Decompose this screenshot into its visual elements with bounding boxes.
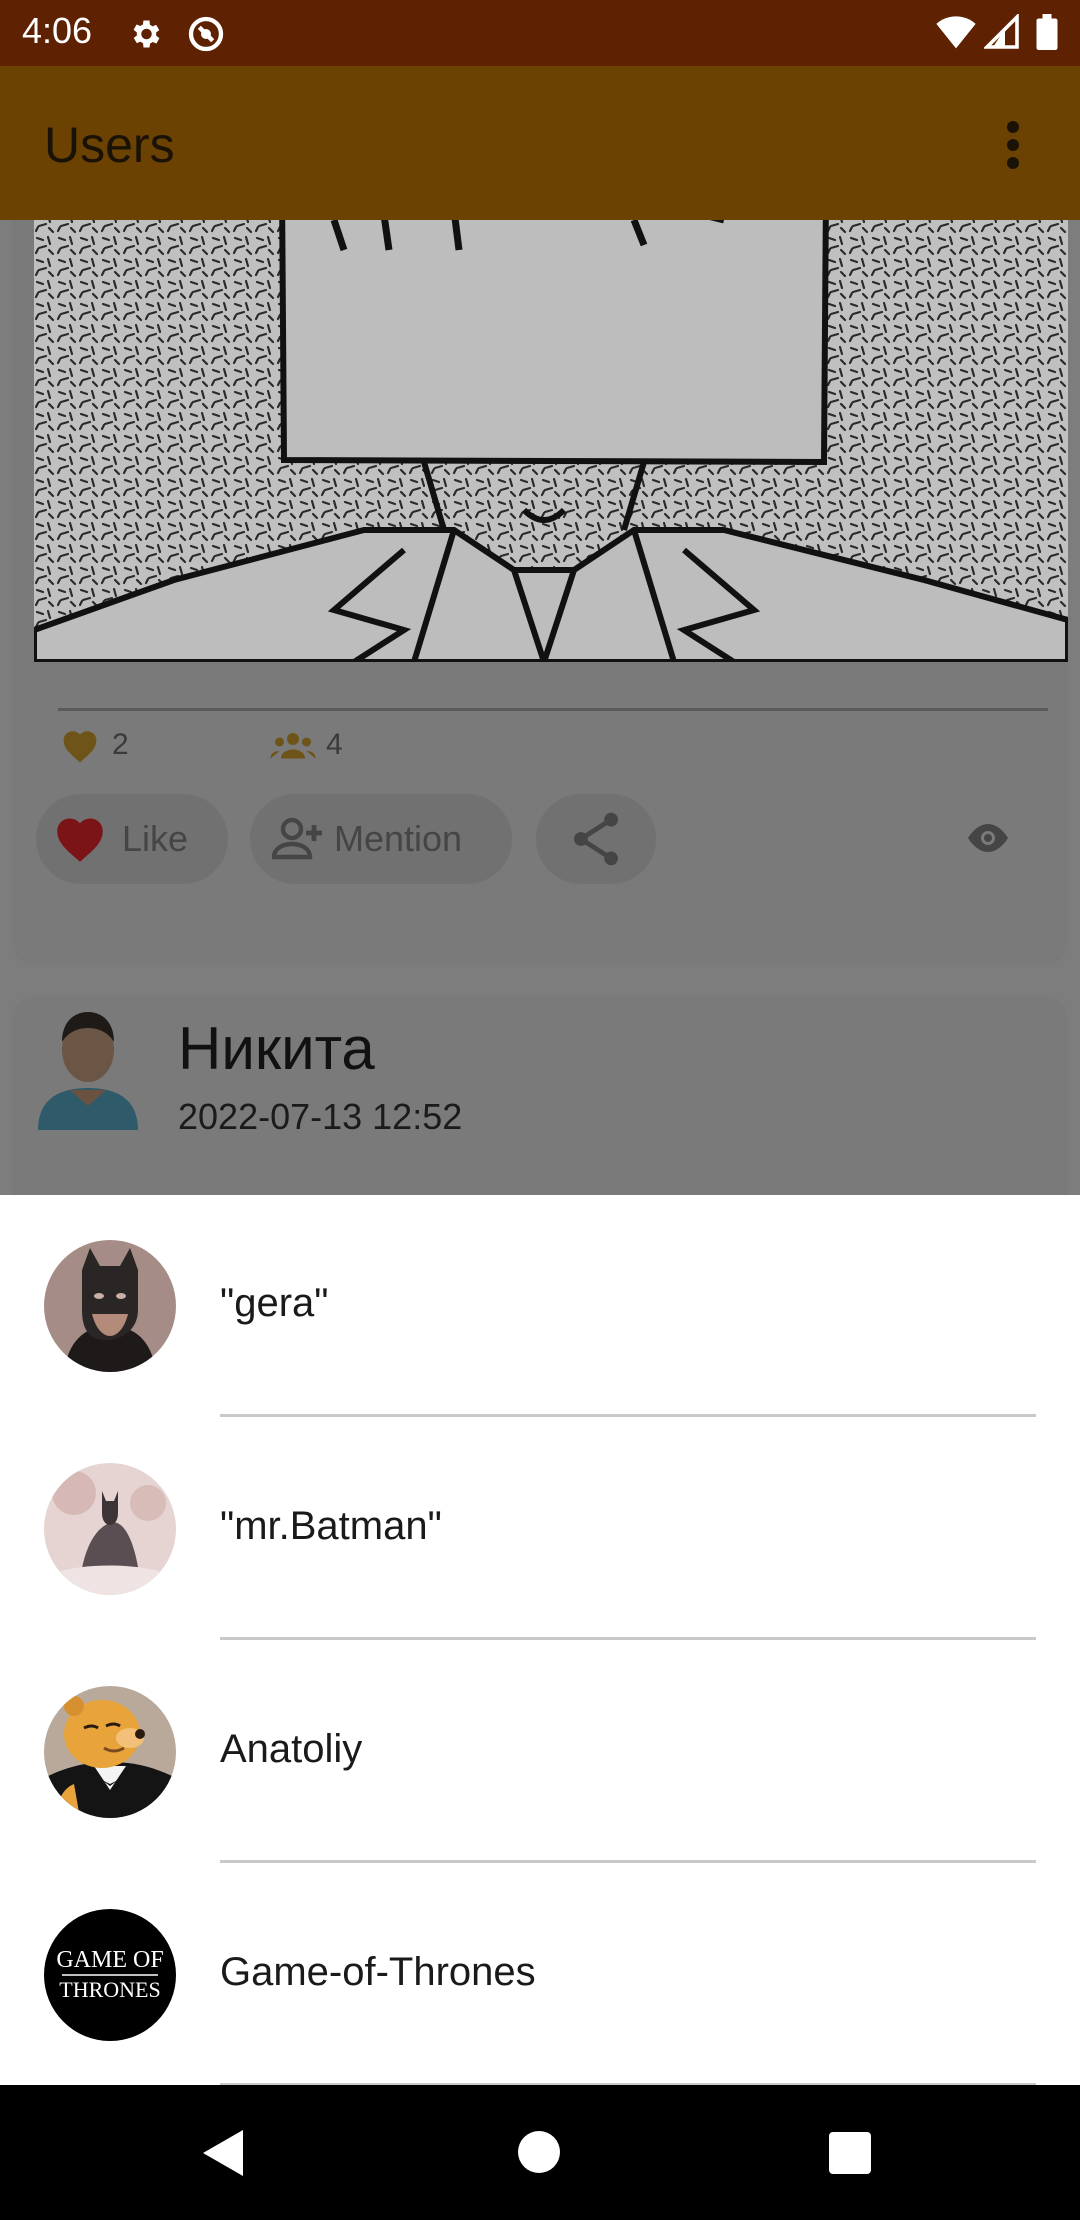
gear-icon xyxy=(127,16,163,57)
navigation-bar xyxy=(0,2085,1080,2220)
like-button[interactable]: Like xyxy=(36,794,228,884)
battery-icon xyxy=(1036,14,1058,55)
mention-button[interactable]: Mention xyxy=(250,794,512,884)
post-image[interactable] xyxy=(34,220,1068,662)
list-divider xyxy=(220,1414,1036,1417)
post-card: 2 4 Like Mention xyxy=(12,220,1068,965)
group-stat-icon xyxy=(270,730,316,765)
status-time: 4:06 xyxy=(22,10,93,51)
recents-icon[interactable] xyxy=(829,2132,871,2174)
batman-figure-avatar xyxy=(44,1463,176,1595)
list-item[interactable]: "gera" xyxy=(0,1195,1080,1418)
wifi-icon xyxy=(936,14,976,55)
share-icon xyxy=(570,811,622,867)
list-item[interactable]: "mr.Batman" xyxy=(0,1418,1080,1641)
mention-user-sheet: "gera" "mr.Batman" Anatoliy GAME OF THRO… xyxy=(0,1195,1080,2085)
page-title: Users xyxy=(44,117,175,173)
list-item[interactable]: GAME OF THRONES Game-of-Thrones xyxy=(0,1864,1080,2085)
feed-content: 2 4 Like Mention Никита 2022-07-13 12:52 xyxy=(0,220,1080,1195)
list-divider xyxy=(220,1637,1036,1640)
home-icon[interactable] xyxy=(518,2131,560,2173)
user-name-game-of-thrones: Game-of-Thrones xyxy=(220,1950,536,1994)
user-avatar xyxy=(32,1006,144,1141)
like-count: 2 xyxy=(112,728,129,761)
status-bar: 4:06 xyxy=(0,0,1080,66)
game-of-thrones-logo-avatar: GAME OF THRONES xyxy=(44,1909,176,2041)
svg-text:THRONES: THRONES xyxy=(59,1977,160,2002)
user-name: Никита xyxy=(178,1015,375,1082)
pooh-tuxedo-avatar xyxy=(44,1686,176,1818)
signal-icon xyxy=(982,12,1020,55)
user-name-gera: "gera" xyxy=(220,1281,329,1325)
add-person-icon xyxy=(272,817,324,861)
user-date: 2022-07-13 12:52 xyxy=(178,1096,463,1137)
share-button[interactable] xyxy=(536,794,656,884)
app-bar: Users xyxy=(0,66,1080,220)
user-name-anatoliy: Anatoliy xyxy=(220,1727,363,1771)
user-name-mr-batman: "mr.Batman" xyxy=(220,1504,442,1548)
heart-stat-icon xyxy=(60,728,100,769)
svg-text:GAME OF: GAME OF xyxy=(56,1947,163,1973)
batman-mask-avatar xyxy=(44,1240,176,1372)
mention-count: 4 xyxy=(326,728,343,761)
list-divider xyxy=(220,1860,1036,1863)
like-button-label: Like xyxy=(122,818,189,859)
more-vert-icon[interactable] xyxy=(1005,120,1021,170)
mention-button-label: Mention xyxy=(334,818,463,859)
post-divider xyxy=(58,708,1048,711)
user-card[interactable]: Никита 2022-07-13 12:52 xyxy=(12,996,1068,1195)
list-item[interactable]: Anatoliy xyxy=(0,1641,1080,1864)
back-icon[interactable] xyxy=(203,2130,243,2181)
eye-icon[interactable] xyxy=(964,822,1012,859)
vpn-icon xyxy=(186,14,226,59)
heart-icon xyxy=(52,814,108,864)
